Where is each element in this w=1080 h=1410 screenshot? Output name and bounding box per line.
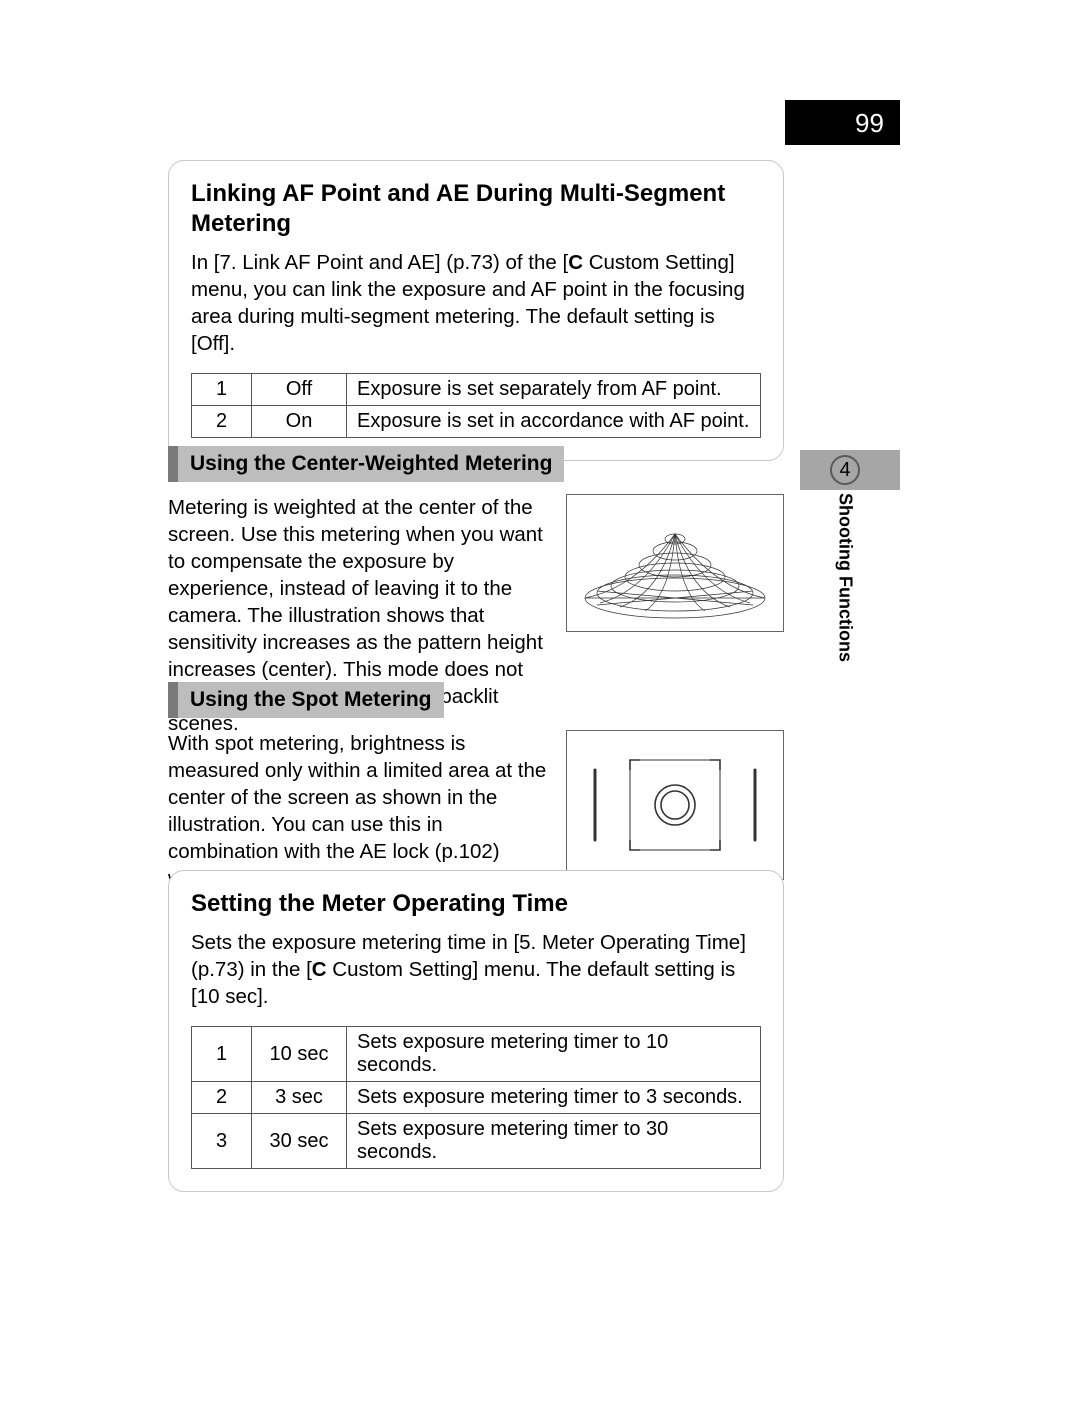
illustration-spot bbox=[566, 730, 784, 880]
chapter-number-badge: 4 bbox=[830, 455, 860, 485]
box1-options-table: 1 Off Exposure is set separately from AF… bbox=[191, 373, 761, 438]
cell-desc: Sets exposure metering timer to 3 second… bbox=[347, 1082, 761, 1114]
cell-value: 3 sec bbox=[252, 1082, 347, 1114]
cell-value: 30 sec bbox=[252, 1114, 347, 1169]
cell-desc: Exposure is set in accordance with AF po… bbox=[347, 406, 761, 438]
cell-index: 1 bbox=[192, 374, 252, 406]
spot-viewfinder-icon bbox=[575, 740, 775, 870]
table-row: 2 3 sec Sets exposure metering timer to … bbox=[192, 1082, 761, 1114]
table-row: 2 On Exposure is set in accordance with … bbox=[192, 406, 761, 438]
cell-value: On bbox=[252, 406, 347, 438]
box2-title: Setting the Meter Operating Time bbox=[191, 889, 761, 919]
cell-desc: Exposure is set separately from AF point… bbox=[347, 374, 761, 406]
table-row: 3 30 sec Sets exposure metering timer to… bbox=[192, 1114, 761, 1169]
custom-setting-symbol: C bbox=[312, 958, 327, 981]
box1-title: Linking AF Point and AE During Multi-Seg… bbox=[191, 179, 761, 239]
cell-value: 10 sec bbox=[252, 1027, 347, 1082]
cell-index: 2 bbox=[192, 1082, 252, 1114]
custom-setting-symbol: C bbox=[568, 251, 583, 274]
cell-value: Off bbox=[252, 374, 347, 406]
box1-description: In [7. Link AF Point and AE] (p.73) of t… bbox=[191, 249, 761, 357]
cell-desc: Sets exposure metering timer to 10 secon… bbox=[347, 1027, 761, 1082]
cell-index: 1 bbox=[192, 1027, 252, 1082]
center-weighted-mesh-icon bbox=[575, 503, 775, 623]
heading-spot: Using the Spot Metering bbox=[168, 682, 444, 718]
heading-center-weighted: Using the Center-Weighted Metering bbox=[168, 446, 564, 482]
chapter-tab: 4 Shooting Functions bbox=[790, 455, 900, 662]
illustration-center-weighted bbox=[566, 494, 784, 632]
box1-desc-pre: In [7. Link AF Point and AE] (p.73) of t… bbox=[191, 251, 568, 274]
table-row: 1 Off Exposure is set separately from AF… bbox=[192, 374, 761, 406]
box-meter-operating-time: Setting the Meter Operating Time Sets th… bbox=[168, 870, 784, 1192]
chapter-label: Shooting Functions bbox=[835, 493, 856, 662]
cell-index: 3 bbox=[192, 1114, 252, 1169]
page-number: 99 bbox=[855, 108, 884, 139]
box2-options-table: 1 10 sec Sets exposure metering timer to… bbox=[191, 1026, 761, 1169]
cell-index: 2 bbox=[192, 406, 252, 438]
box-link-af-ae: Linking AF Point and AE During Multi-Seg… bbox=[168, 160, 784, 461]
cell-desc: Sets exposure metering timer to 30 secon… bbox=[347, 1114, 761, 1169]
table-row: 1 10 sec Sets exposure metering timer to… bbox=[192, 1027, 761, 1082]
box2-description: Sets the exposure metering time in [5. M… bbox=[191, 929, 761, 1010]
